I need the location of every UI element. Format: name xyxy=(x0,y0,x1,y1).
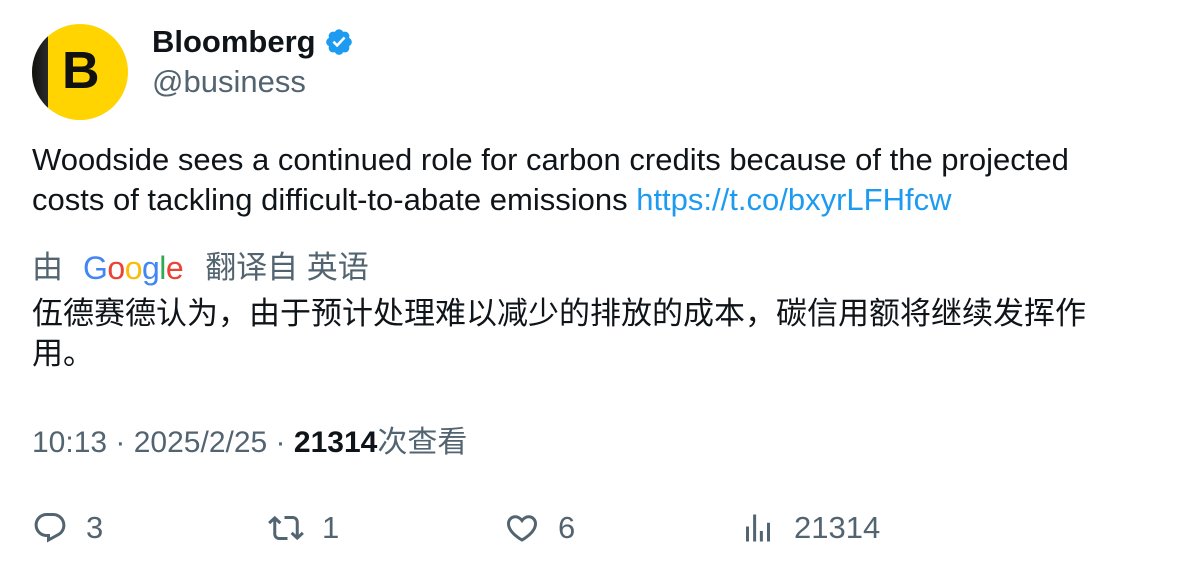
like-count: 6 xyxy=(558,510,576,545)
like-button[interactable]: 6 xyxy=(504,510,575,546)
view-label: 次查看 xyxy=(377,426,468,459)
translation-prefix: 由 xyxy=(32,250,63,285)
tweet-time[interactable]: 10:13 xyxy=(32,426,107,459)
view-count: 21314 xyxy=(293,426,378,459)
translation-attribution: 由 Google 翻译自 英语 xyxy=(32,246,369,290)
avatar-letter: B xyxy=(62,42,100,100)
avatar[interactable]: B xyxy=(32,24,128,120)
tweet-text: Woodside sees a continued role for carbo… xyxy=(32,140,1142,220)
translation-suffix: 翻译自 英语 xyxy=(205,250,369,285)
meta-separator: · xyxy=(267,426,294,459)
action-bar: 3 1 6 21314 xyxy=(32,510,1172,554)
heart-icon xyxy=(506,515,538,542)
tweet-link[interactable]: https://t.co/bxyrLFHfcw xyxy=(636,182,951,217)
reply-icon xyxy=(34,513,66,543)
author-name-row: Bloomberg xyxy=(152,22,354,62)
tweet-meta: 10:13 · 2025/2/25 · 21314次查看 xyxy=(32,423,467,463)
tweet-date[interactable]: 2025/2/25 xyxy=(134,426,267,459)
author-handle[interactable]: @business xyxy=(152,62,306,102)
retweet-button[interactable]: 1 xyxy=(268,510,339,546)
views-count: 21314 xyxy=(794,510,881,545)
author-name[interactable]: Bloomberg xyxy=(152,22,316,62)
reply-button[interactable]: 3 xyxy=(32,510,103,546)
retweet-icon xyxy=(268,515,304,541)
google-logo[interactable]: Google xyxy=(83,246,184,290)
avatar-stripe xyxy=(32,24,48,120)
views-button[interactable]: 21314 xyxy=(740,510,880,546)
meta-separator: · xyxy=(107,426,134,459)
translated-text: 伍德赛德认为，由于预计处理难以减少的排放的成本，碳信用额将继续发挥作用。 xyxy=(32,296,1086,371)
retweet-count: 1 xyxy=(322,510,340,545)
reply-count: 3 xyxy=(86,510,104,545)
verified-badge-icon xyxy=(324,27,354,57)
bar-chart-icon xyxy=(746,514,770,542)
